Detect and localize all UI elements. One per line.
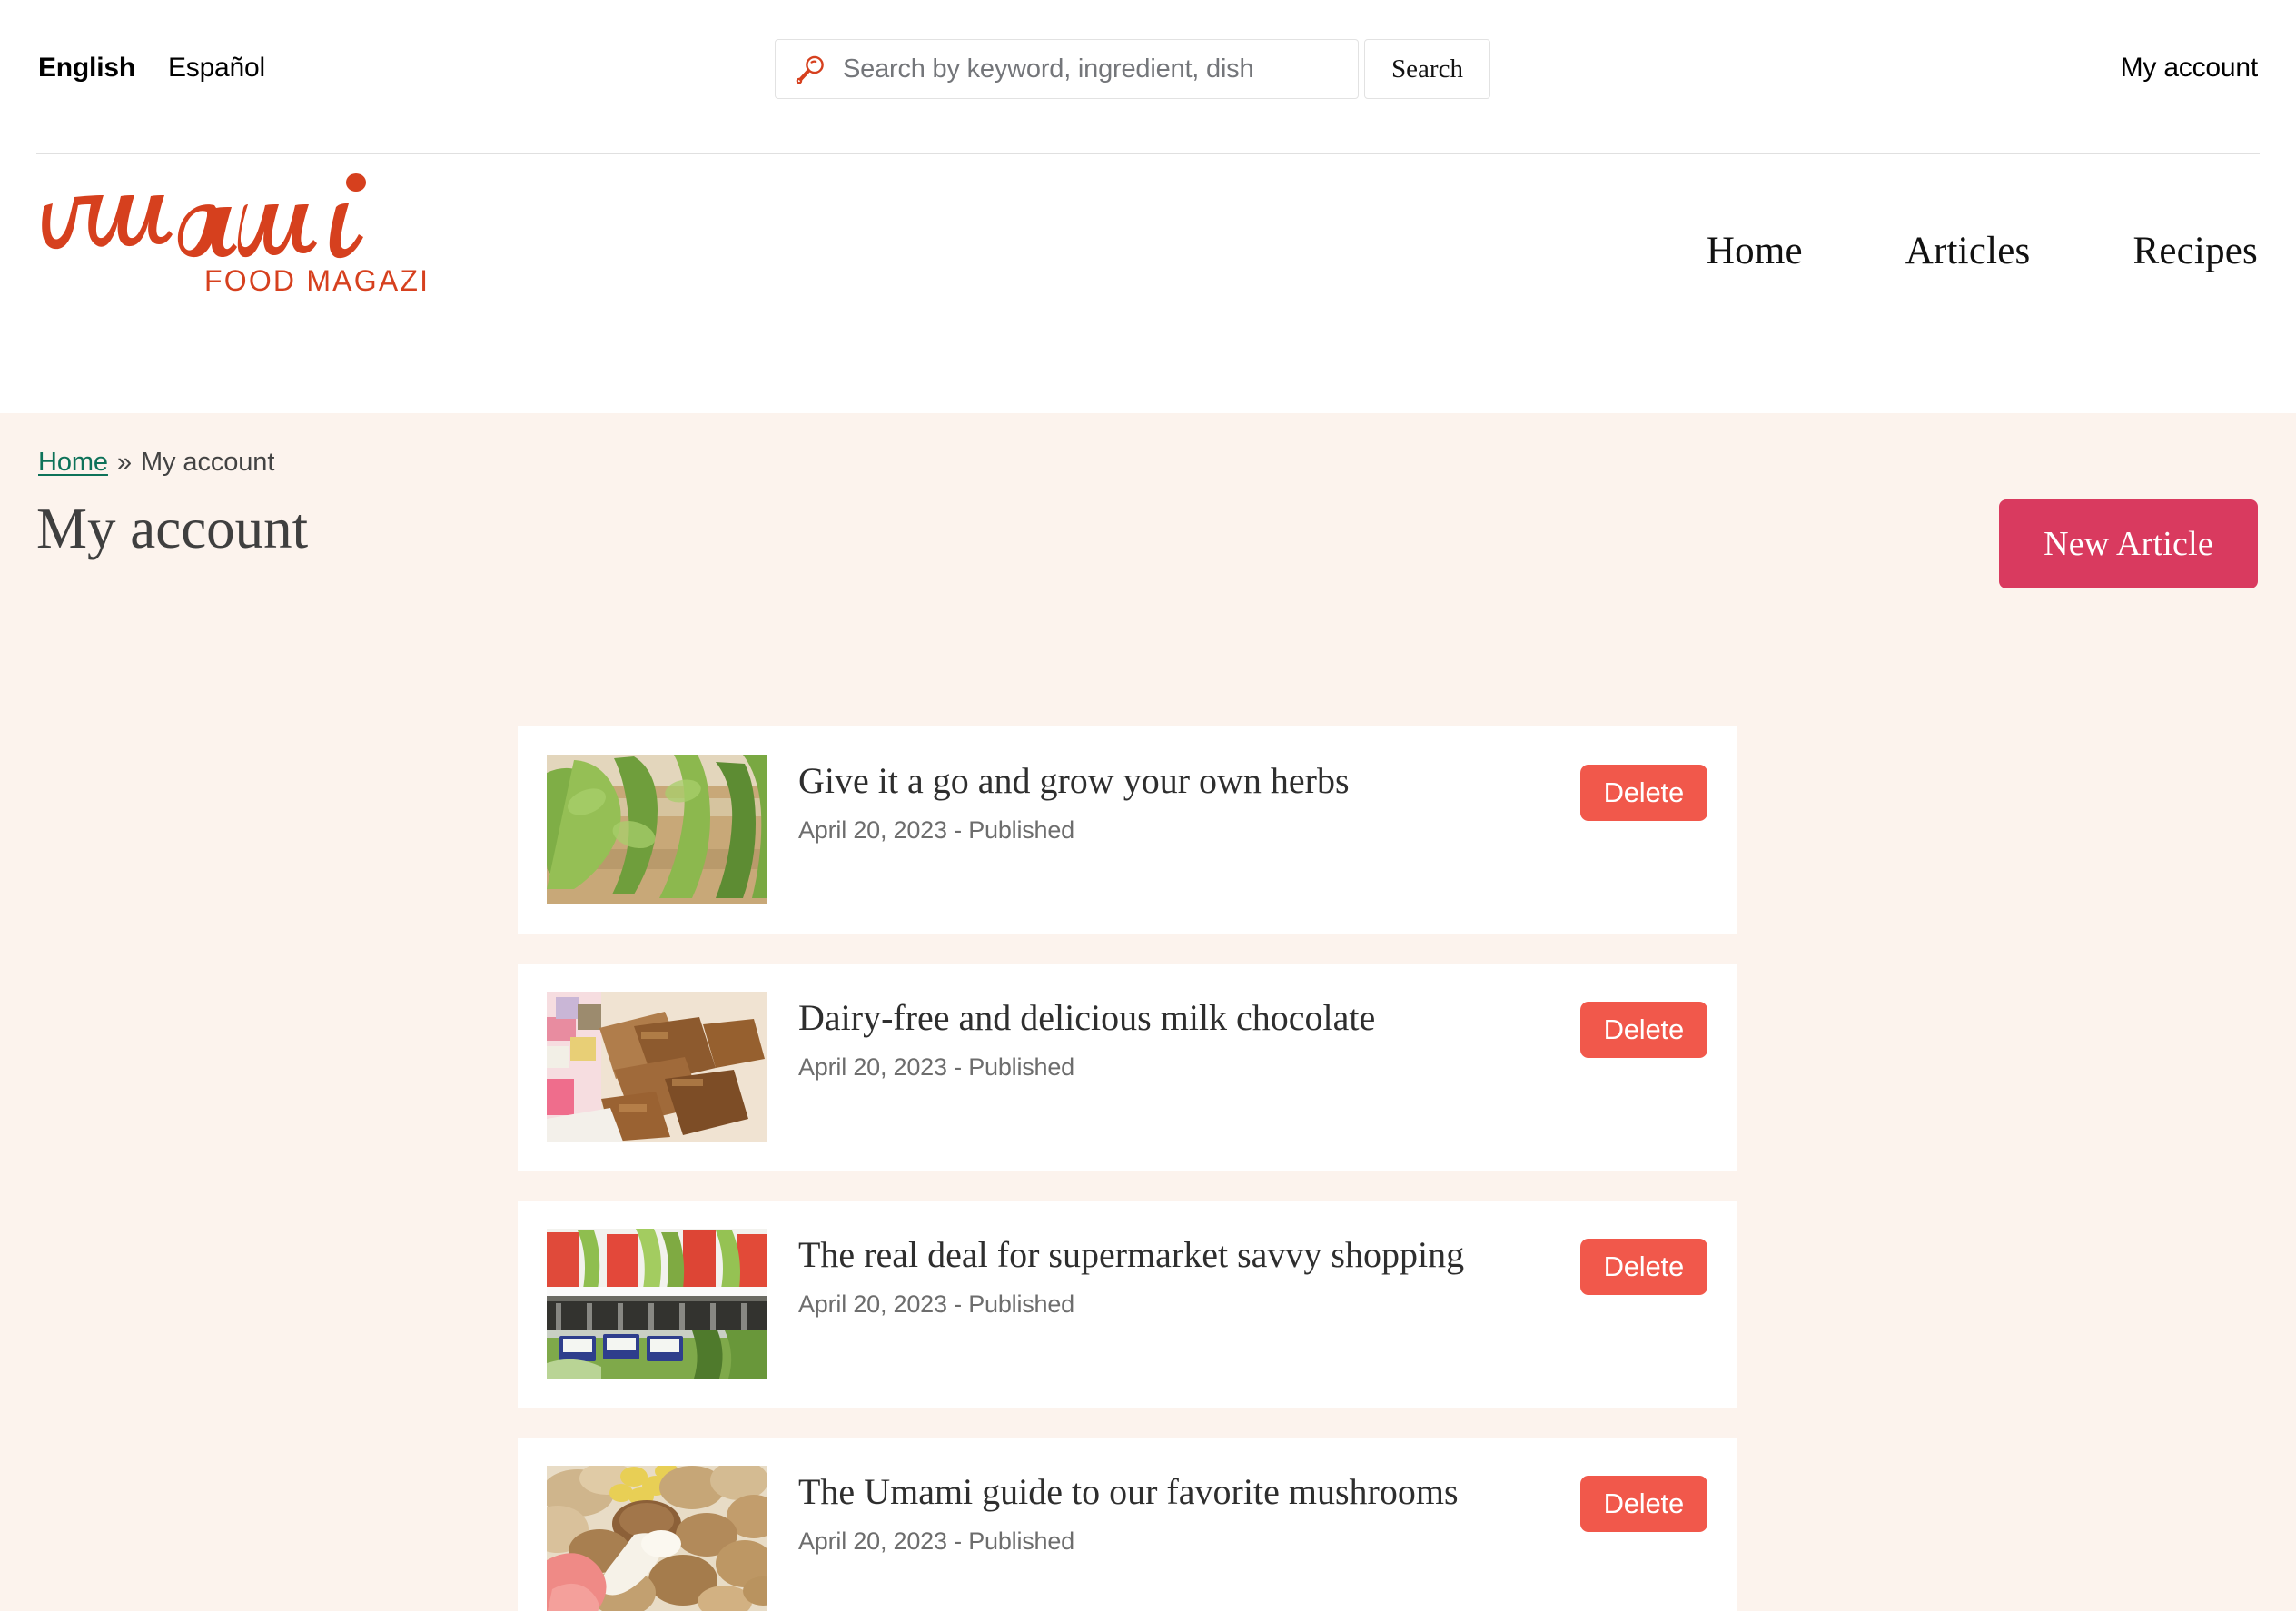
language-switcher: English Español	[38, 53, 265, 84]
article-thumbnail	[547, 755, 767, 904]
masthead: FOOD MAGAZINE Home Articles Recipes	[0, 154, 2296, 413]
article-meta: April 20, 2023 - Published	[798, 1527, 1074, 1555]
herbs-photo-icon	[547, 755, 767, 904]
article-meta: April 20, 2023 - Published	[798, 816, 1074, 844]
nav-item-recipes[interactable]: Recipes	[2133, 229, 2258, 273]
search-field[interactable]	[775, 39, 1359, 99]
content-area: Home » My account My account New Article	[0, 413, 2296, 1611]
search-input[interactable]	[843, 54, 1338, 84]
site-logo[interactable]: FOOD MAGAZINE	[36, 165, 427, 301]
svg-text:FOOD MAGAZINE: FOOD MAGAZINE	[204, 264, 427, 297]
article-meta: April 20, 2023 - Published	[798, 1290, 1074, 1318]
language-option-english[interactable]: English	[38, 53, 135, 84]
chocolate-photo-icon	[547, 992, 767, 1142]
article-title[interactable]: The real deal for supermarket savvy shop…	[798, 1235, 1564, 1275]
search-icon	[796, 55, 824, 84]
page-header-row: My account New Article	[0, 413, 2296, 588]
search-area: Search	[775, 39, 1490, 99]
article-thumbnail	[547, 1466, 767, 1611]
article-title[interactable]: Dairy-free and delicious milk chocolate	[798, 998, 1564, 1038]
nav-item-articles[interactable]: Articles	[1905, 229, 2031, 273]
search-button[interactable]: Search	[1364, 39, 1490, 99]
delete-button[interactable]: Delete	[1579, 765, 1707, 821]
article-row[interactable]: Dairy-free and delicious milk chocolate …	[518, 964, 1737, 1171]
umami-wordmark-icon: FOOD MAGAZINE	[42, 173, 427, 297]
delete-button[interactable]: Delete	[1579, 1002, 1707, 1058]
page-title: My account	[36, 497, 309, 560]
new-article-button[interactable]: New Article	[1999, 499, 2258, 588]
utility-bar: English Español Search My account	[0, 0, 2296, 154]
article-thumbnail	[547, 1229, 767, 1379]
article-title[interactable]: The Umami guide to our favorite mushroom…	[798, 1472, 1564, 1512]
article-title[interactable]: Give it a go and grow your own herbs	[798, 761, 1564, 801]
nav-item-home[interactable]: Home	[1707, 229, 1803, 273]
article-row[interactable]: Give it a go and grow your own herbs Apr…	[518, 726, 1737, 934]
mushrooms-photo-icon	[547, 1466, 767, 1611]
article-list: Give it a go and grow your own herbs Apr…	[518, 726, 1737, 1611]
my-account-link[interactable]: My account	[2121, 53, 2259, 84]
article-row[interactable]: The Umami guide to our favorite mushroom…	[518, 1438, 1737, 1611]
main-navigation: Home Articles Recipes	[1707, 229, 2258, 273]
page-root: English Español Search My account	[0, 0, 2296, 1611]
article-info: Give it a go and grow your own herbs Apr…	[767, 726, 1564, 845]
delete-button[interactable]: Delete	[1579, 1239, 1707, 1295]
language-option-espanol[interactable]: Español	[168, 53, 265, 84]
supermarket-photo-icon	[547, 1229, 767, 1379]
delete-button[interactable]: Delete	[1579, 1476, 1707, 1532]
article-meta: April 20, 2023 - Published	[798, 1053, 1074, 1081]
article-row[interactable]: The real deal for supermarket savvy shop…	[518, 1201, 1737, 1408]
article-thumbnail	[547, 992, 767, 1142]
article-info: The Umami guide to our favorite mushroom…	[767, 1438, 1564, 1556]
article-info: The real deal for supermarket savvy shop…	[767, 1201, 1564, 1319]
article-info: Dairy-free and delicious milk chocolate …	[767, 964, 1564, 1082]
